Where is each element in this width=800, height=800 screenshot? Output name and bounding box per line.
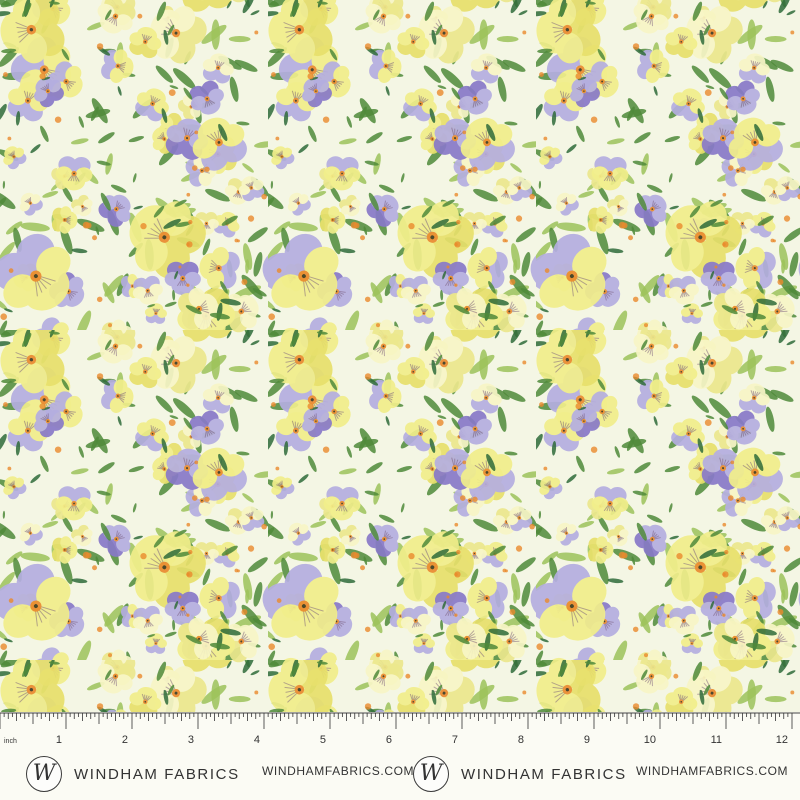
brand-url: WINDHAMFABRICS.COM: [636, 764, 789, 778]
ruler-number: 7: [452, 734, 458, 746]
brand-block-left: W WINDHAM FABRICS: [26, 752, 240, 796]
ruler-number: 4: [254, 734, 260, 746]
ruler-number: 12: [776, 734, 788, 746]
ruler-number: 9: [584, 734, 590, 746]
ruler-number: 8: [518, 734, 524, 746]
brand-url: WINDHAMFABRICS.COM: [262, 764, 415, 778]
ruler-number: 1: [56, 734, 62, 746]
pansy-floral-pattern: [0, 0, 800, 712]
ruler-unit-label: inch: [4, 738, 17, 745]
windham-logo-icon: W: [413, 756, 449, 792]
pattern-fill: [0, 0, 800, 712]
windham-logo-icon: W: [26, 756, 62, 792]
brand-block-right: W WINDHAM FABRICS: [413, 752, 627, 796]
brand-name: WINDHAM FABRICS: [74, 765, 240, 783]
ruler-number: 3: [188, 734, 194, 746]
ruler-number: 2: [122, 734, 128, 746]
ruler-number: 5: [320, 734, 326, 746]
inch-ruler: 1 2 3 4 5 6 7 8 9 10 11 12: [0, 712, 800, 746]
fabric-swatch: 1 2 3 4 5 6 7 8 9 10 11 12 inch W WINDHAM FABRICS W…: [0, 0, 800, 800]
ruler-number: 11: [711, 734, 722, 746]
brand-name: WINDHAM FABRICS: [461, 765, 627, 783]
ruler-number: 10: [644, 734, 656, 746]
ruler-number: 6: [386, 734, 392, 746]
